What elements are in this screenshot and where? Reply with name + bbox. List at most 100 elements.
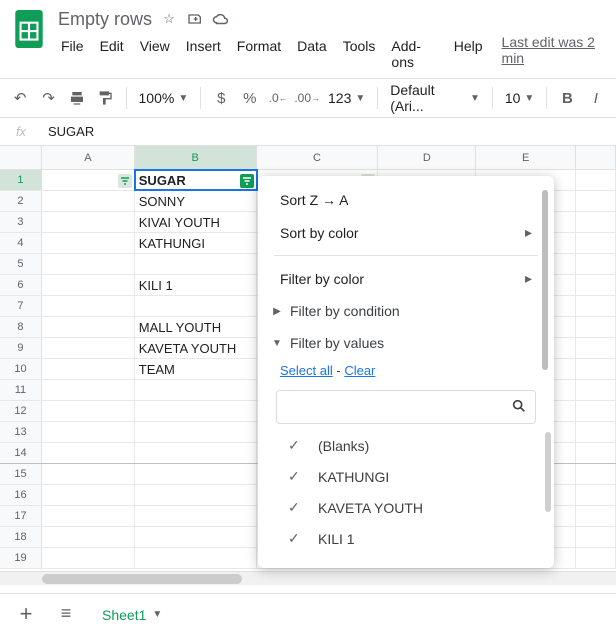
cell[interactable] (576, 527, 616, 547)
cell[interactable] (576, 317, 616, 337)
cell[interactable] (576, 443, 616, 463)
menu-insert[interactable]: Insert (179, 34, 228, 74)
cell[interactable] (135, 443, 257, 463)
increase-decimal-button[interactable]: .00→ (294, 85, 320, 111)
sheets-logo-icon[interactable] (14, 10, 44, 48)
cell[interactable] (576, 296, 616, 316)
cell[interactable] (576, 464, 616, 484)
cell[interactable]: KILI 1 (135, 275, 257, 295)
cell[interactable] (576, 506, 616, 526)
row-header[interactable]: 1 (0, 170, 42, 190)
cell[interactable]: KATHUNGI (135, 233, 257, 253)
filter-value-item[interactable]: ✓(Blanks) (258, 430, 554, 461)
star-icon[interactable]: ☆ (160, 11, 178, 27)
cell[interactable] (42, 464, 135, 484)
bold-button[interactable]: B (555, 85, 579, 111)
cell-active[interactable]: SUGAR (135, 170, 257, 190)
menu-addons[interactable]: Add-ons (384, 34, 444, 74)
col-header-a[interactable]: A (42, 146, 135, 169)
col-header-b[interactable]: B (135, 146, 257, 169)
cell[interactable] (576, 359, 616, 379)
col-header-f[interactable] (576, 146, 616, 169)
cell[interactable] (576, 422, 616, 442)
menu-view[interactable]: View (133, 34, 177, 74)
row-header[interactable]: 16 (0, 485, 42, 505)
col-header-c[interactable]: C (257, 146, 379, 169)
cell[interactable] (135, 401, 257, 421)
cell[interactable] (135, 464, 257, 484)
row-header[interactable]: 19 (0, 548, 42, 568)
filter-by-condition-item[interactable]: ▶Filter by condition (258, 295, 554, 327)
col-header-e[interactable]: E (476, 146, 576, 169)
select-all-corner[interactable] (0, 146, 42, 169)
menu-format[interactable]: Format (230, 34, 288, 74)
cell[interactable] (576, 380, 616, 400)
menu-file[interactable]: File (54, 34, 91, 74)
cell[interactable] (42, 338, 135, 358)
cell[interactable] (576, 338, 616, 358)
paint-format-button[interactable] (93, 85, 117, 111)
row-header[interactable]: 3 (0, 212, 42, 232)
cell[interactable] (42, 527, 135, 547)
redo-button[interactable]: ↷ (36, 85, 60, 111)
italic-button[interactable]: I (584, 85, 608, 111)
cell[interactable] (42, 443, 135, 463)
cell[interactable] (135, 506, 257, 526)
filter-by-values-item[interactable]: ▼Filter by values (258, 327, 554, 359)
cell[interactable] (42, 548, 135, 568)
print-button[interactable] (65, 85, 89, 111)
cell[interactable]: SONNY (135, 191, 257, 211)
sheet-tab[interactable]: Sheet1 ▼ (88, 596, 176, 632)
cell[interactable] (135, 380, 257, 400)
clear-link[interactable]: Clear (344, 363, 375, 378)
cell[interactable] (42, 359, 135, 379)
row-header[interactable]: 13 (0, 422, 42, 442)
filter-icon[interactable] (240, 173, 254, 187)
cell[interactable] (576, 401, 616, 421)
row-header[interactable]: 14 (0, 443, 42, 463)
cell[interactable] (42, 170, 135, 190)
sort-za-item[interactable]: Sort Z → A (258, 184, 554, 216)
cell[interactable] (135, 527, 257, 547)
values-scrollbar[interactable] (545, 432, 551, 512)
row-header[interactable]: 12 (0, 401, 42, 421)
cell[interactable]: TEAM (135, 359, 257, 379)
cell[interactable]: MALL YOUTH (135, 317, 257, 337)
row-header[interactable]: 9 (0, 338, 42, 358)
cell[interactable] (42, 275, 135, 295)
menu-help[interactable]: Help (447, 34, 490, 74)
cell[interactable] (135, 485, 257, 505)
row-header[interactable]: 18 (0, 527, 42, 547)
select-all-link[interactable]: Select all (280, 363, 333, 378)
cell[interactable] (42, 380, 135, 400)
cell[interactable]: KIVAI YOUTH (135, 212, 257, 232)
row-header[interactable]: 6 (0, 275, 42, 295)
filter-value-item[interactable]: ✓KATHUNGI (258, 461, 554, 492)
cell[interactable] (42, 254, 135, 274)
menu-tools[interactable]: Tools (336, 34, 383, 74)
cell[interactable] (42, 485, 135, 505)
row-header[interactable]: 7 (0, 296, 42, 316)
cell[interactable] (42, 317, 135, 337)
row-header[interactable]: 15 (0, 464, 42, 484)
cell[interactable] (576, 191, 616, 211)
menu-data[interactable]: Data (290, 34, 334, 74)
filter-icon[interactable] (118, 173, 132, 187)
row-header[interactable]: 8 (0, 317, 42, 337)
cell[interactable] (576, 212, 616, 232)
filter-search-input[interactable] (276, 390, 536, 424)
cell[interactable] (576, 170, 616, 190)
percent-button[interactable]: % (238, 85, 262, 111)
cell[interactable] (135, 422, 257, 442)
move-icon[interactable] (186, 11, 204, 27)
cell[interactable] (135, 254, 257, 274)
last-edit-link[interactable]: Last edit was 2 min (502, 34, 608, 74)
cell[interactable] (42, 191, 135, 211)
cell[interactable] (576, 254, 616, 274)
font-dropdown[interactable]: Default (Ari...▼ (386, 82, 484, 114)
cell[interactable] (576, 485, 616, 505)
cell[interactable] (42, 212, 135, 232)
row-header[interactable]: 4 (0, 233, 42, 253)
decrease-decimal-button[interactable]: .0← (266, 85, 290, 111)
col-header-d[interactable]: D (378, 146, 476, 169)
